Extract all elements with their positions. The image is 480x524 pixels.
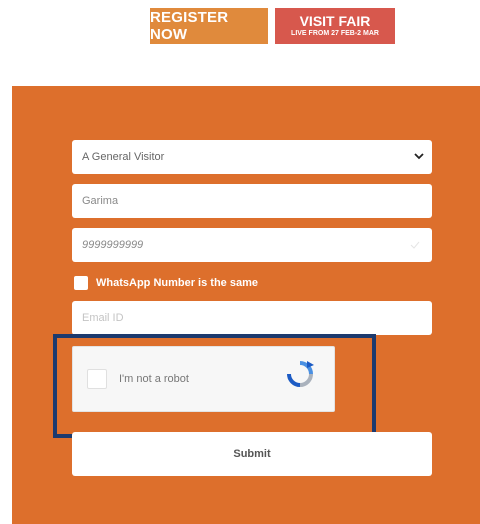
whatsapp-checkbox[interactable] bbox=[74, 276, 88, 290]
email-field[interactable]: Email ID bbox=[72, 301, 432, 335]
phone-field[interactable]: 9999999999 bbox=[72, 228, 432, 262]
visit-fair-label: VISIT FAIR bbox=[299, 13, 371, 29]
phone-field-value: 9999999999 bbox=[82, 239, 144, 251]
whatsapp-label: WhatsApp Number is the same bbox=[96, 277, 258, 289]
visitor-type-select[interactable]: A General Visitor bbox=[72, 140, 432, 174]
visitor-type-value: A General Visitor bbox=[82, 151, 165, 163]
submit-button[interactable]: Submit bbox=[72, 432, 432, 476]
email-field-placeholder: Email ID bbox=[82, 312, 124, 324]
visit-fair-button[interactable]: VISIT FAIR LIVE FROM 27 FEB-2 MAR bbox=[275, 8, 395, 44]
chevron-down-icon bbox=[414, 153, 424, 160]
name-field[interactable]: Garima bbox=[72, 184, 432, 218]
visit-fair-dates: LIVE FROM 27 FEB-2 MAR bbox=[291, 30, 379, 37]
name-field-value: Garima bbox=[82, 195, 119, 207]
check-icon bbox=[410, 241, 420, 249]
whatsapp-row: WhatsApp Number is the same bbox=[74, 275, 258, 291]
register-now-button[interactable]: REGISTER NOW bbox=[150, 8, 268, 44]
highlight-outline bbox=[53, 334, 376, 438]
top-buttons: REGISTER NOW VISIT FAIR LIVE FROM 27 FEB… bbox=[0, 8, 480, 46]
